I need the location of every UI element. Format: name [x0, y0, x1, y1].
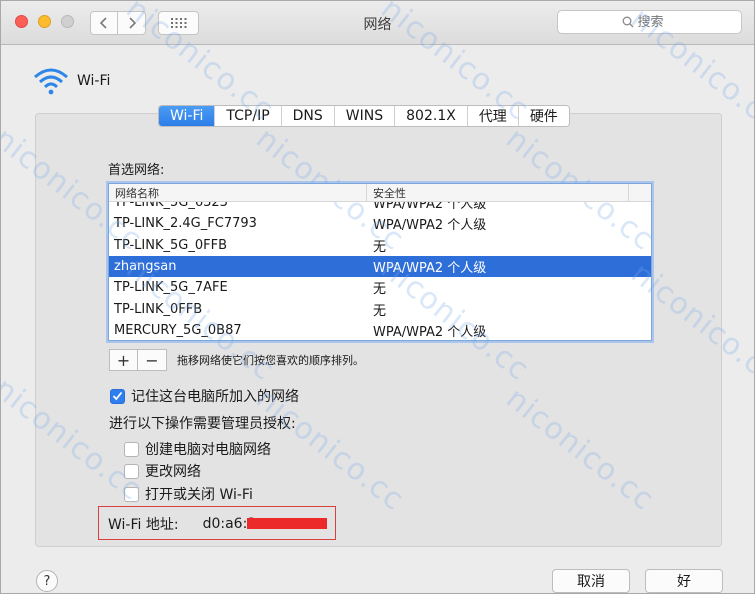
column-header-security[interactable]: 安全性 [367, 184, 629, 202]
table-row[interactable]: MERCURY_5G_0B87 WPA/WPA2 个人级 [109, 320, 651, 340]
help-button[interactable]: ? [36, 570, 58, 592]
title-bar: 网络 [1, 1, 754, 45]
network-security: 无 [373, 303, 387, 319]
create-network-checkbox[interactable] [124, 441, 139, 457]
tab-wins[interactable]: WINS [333, 106, 395, 126]
network-security: 无 [373, 239, 387, 255]
add-remove-buttons: + − [109, 349, 167, 371]
tab-tcpip[interactable]: TCP/IP [214, 106, 281, 126]
search-field[interactable] [557, 10, 742, 34]
tab-8021x[interactable]: 802.1X [394, 106, 467, 126]
table-row[interactable]: TP-LINK_5G_7AFE 无 [109, 277, 651, 298]
tab-wifi[interactable]: Wi-Fi [159, 106, 215, 126]
toggle-wifi-label: 打开或关闭 Wi-Fi [145, 487, 253, 503]
tab-hardware[interactable]: 硬件 [517, 106, 569, 126]
change-network-label: 更改网络 [145, 464, 201, 480]
service-header: Wi-Fi [33, 67, 110, 95]
create-network-option[interactable]: 创建电脑对电脑网络 [124, 439, 271, 459]
network-security: WPA/WPA2 个人级 [373, 324, 487, 340]
search-icon [622, 16, 633, 28]
table-row-selected[interactable]: zhangsan WPA/WPA2 个人级 [109, 255, 651, 278]
remember-networks-option[interactable]: 记住这台电脑所加入的网络 [110, 386, 299, 406]
wifi-icon [34, 68, 68, 95]
network-name: TP-LINK_2.4G_FC7793 [114, 216, 257, 232]
table-row[interactable]: TP-LINK_5G_0FFB 无 [109, 235, 651, 256]
tab-dns[interactable]: DNS [280, 106, 334, 126]
network-preferences-window: 网络 Wi-Fi Wi-Fi TCP/IP DNS WINS 802.1X 代理… [0, 0, 755, 594]
network-name: TP-LINK_5G_0FFB [114, 237, 228, 253]
toggle-wifi-option[interactable]: 打开或关闭 Wi-Fi [124, 484, 253, 504]
table-row[interactable]: TP-LINK_2.4G_FC7793 WPA/WPA2 个人级 [109, 213, 651, 234]
add-network-button[interactable]: + [109, 349, 138, 371]
tab-bar: Wi-Fi TCP/IP DNS WINS 802.1X 代理 硬件 [158, 105, 570, 127]
tab-proxy[interactable]: 代理 [466, 106, 518, 126]
ok-button[interactable]: 好 [645, 569, 723, 593]
change-network-checkbox[interactable] [124, 463, 139, 479]
remove-network-button[interactable]: − [138, 349, 167, 371]
preferred-networks-label: 首选网络: [108, 163, 165, 178]
redaction-bar [247, 518, 327, 529]
checkmark-icon [112, 391, 123, 401]
network-security: WPA/WPA2 个人级 [373, 261, 487, 277]
network-security: 无 [373, 282, 387, 298]
column-header-network-name[interactable]: 网络名称 [109, 184, 367, 202]
drag-hint-text: 拖移网络使它们按您喜欢的顺序排列。 [177, 354, 364, 367]
service-name: Wi-Fi [77, 73, 111, 89]
cancel-button[interactable]: 取消 [552, 569, 630, 593]
network-name: TP-LINK_5G_7AFE [114, 280, 228, 296]
create-network-label: 创建电脑对电脑网络 [145, 442, 271, 458]
preferred-networks-table[interactable]: TP-LINK_5G_6323 WPA/WPA2 个人级 TP-LINK_2.4… [108, 183, 652, 341]
network-name: MERCURY_5G_0B87 [114, 322, 242, 338]
toggle-wifi-checkbox[interactable] [124, 486, 139, 502]
change-network-option[interactable]: 更改网络 [124, 461, 201, 481]
wifi-address-label: Wi-Fi 地址: [108, 517, 179, 533]
remember-networks-label: 记住这台电脑所加入的网络 [131, 389, 299, 405]
remember-networks-checkbox[interactable] [110, 388, 125, 404]
network-rows: TP-LINK_5G_6323 WPA/WPA2 个人级 TP-LINK_2.4… [109, 192, 651, 340]
table-row[interactable]: TP-LINK_0FFB 无 [109, 298, 651, 319]
admin-auth-label: 进行以下操作需要管理员授权: [109, 416, 296, 432]
search-input[interactable] [637, 14, 678, 30]
network-name: TP-LINK_0FFB [114, 301, 203, 317]
wifi-address: Wi-Fi 地址: d0:a6:3 [108, 514, 256, 534]
table-header: 网络名称 安全性 [109, 184, 651, 202]
network-name: zhangsan [114, 259, 177, 275]
network-security: WPA/WPA2 个人级 [373, 218, 487, 234]
